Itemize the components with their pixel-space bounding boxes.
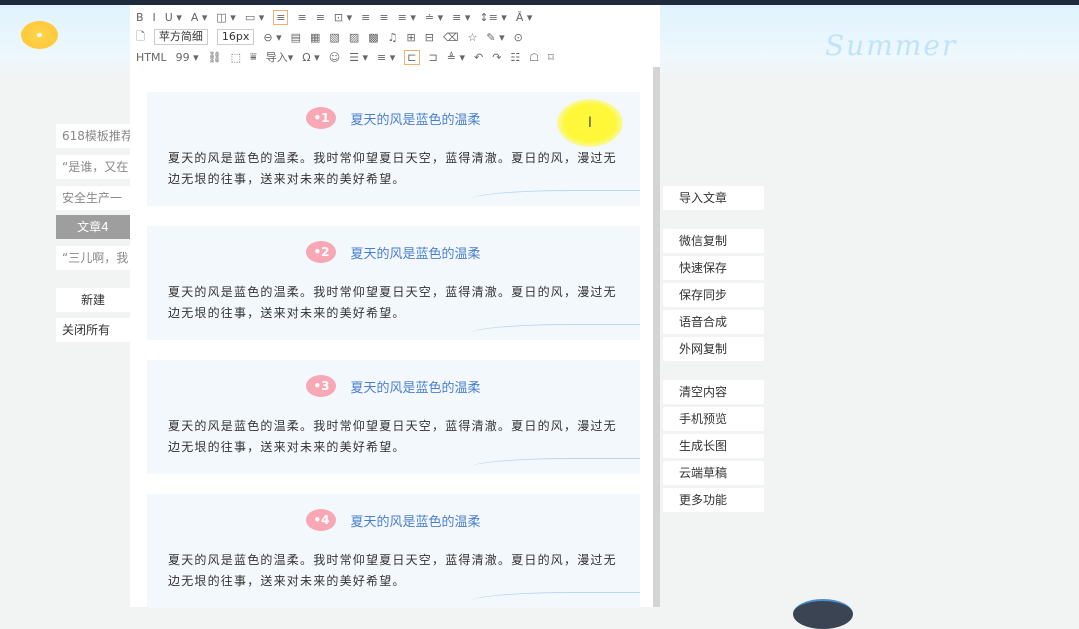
toolbar-row2-button-11[interactable]: ✎ ▾ bbox=[486, 31, 504, 44]
article-card: •4 夏天的风是蓝色的温柔夏天的风是蓝色的温柔。我时常仰望夏日天空，蓝得清澈。夏日… bbox=[147, 494, 640, 608]
toolbar-row2-button-6[interactable]: ♫ bbox=[388, 31, 398, 44]
wave-decoration bbox=[470, 324, 640, 340]
toolbar-row1-button-11[interactable]: ≡ bbox=[379, 11, 388, 24]
orange-logo-icon bbox=[21, 21, 58, 49]
toolbar-row3-button-0[interactable]: HTML bbox=[136, 51, 167, 64]
save-sync-button[interactable]: 保存同步 bbox=[663, 283, 764, 307]
article-card: •2 夏天的风是蓝色的温柔夏天的风是蓝色的温柔。我时常仰望夏日天空，蓝得清澈。夏日… bbox=[147, 226, 640, 340]
toolbar-row3-button-9[interactable]: ≡ ▾ bbox=[377, 51, 395, 64]
article-tab-5[interactable]: “三儿啊，我 bbox=[56, 246, 130, 270]
toolbar-row2-button-5[interactable]: ▩ bbox=[368, 31, 378, 44]
toolbar-row1-button-12[interactable]: ≡ ▾ bbox=[398, 11, 416, 24]
wave-decoration bbox=[470, 592, 640, 608]
mobile-preview-button[interactable]: 手机预览 bbox=[663, 407, 764, 431]
number-badge: •4 bbox=[306, 509, 337, 531]
number-badge: •2 bbox=[306, 241, 337, 263]
new-button[interactable]: 新建 bbox=[56, 288, 130, 312]
toolbar-row2-button-12[interactable]: ⊙ bbox=[514, 31, 523, 44]
article-tab-1[interactable]: 618模板推荐 bbox=[56, 124, 130, 148]
toolbar-row1-button-4[interactable]: ◫ ▾ bbox=[216, 11, 235, 24]
toolbar-row2-button-3[interactable]: ▧ bbox=[329, 31, 339, 44]
article-tab-4-active[interactable]: 文章4 bbox=[56, 215, 130, 239]
number-badge: •3 bbox=[306, 375, 337, 397]
summer-text: Summer bbox=[825, 29, 958, 62]
cloud-draft-button[interactable]: 云端草稿 bbox=[663, 461, 764, 485]
toolbar-row2-button-1[interactable]: ▤ bbox=[291, 31, 301, 44]
toolbar-row1-button-1[interactable]: I bbox=[153, 11, 156, 24]
toolbar-row3-button-7[interactable]: ☺ bbox=[329, 51, 340, 64]
toolbar-row1-button-16[interactable]: Ā ▾ bbox=[516, 11, 533, 24]
wave-decoration bbox=[470, 190, 640, 206]
editor-toolbar: BI U ▾ A ▾ ◫ ▾ ▭ ▾ ≡ ≡ ≡ ⊡ ▾ ≡ ≡ ≡ ▾ ≐ ▾ ≡ ▾ ↕≡ ▾ Ā ▾ 🗋… bbox=[130, 5, 660, 67]
font-size-select[interactable]: 16px bbox=[216, 29, 255, 45]
article-body: 夏天的风是蓝色的温柔。我时常仰望夏日天空，蓝得清澈。夏日的风，漫过无边无垠的往事… bbox=[168, 419, 617, 454]
speech-synthesis-button[interactable]: 语音合成 bbox=[663, 310, 764, 334]
article-heading: •2 夏天的风是蓝色的温柔 bbox=[147, 241, 640, 263]
article-tab-2[interactable]: “是谁，又在 bbox=[56, 155, 130, 179]
article-card: •3 夏天的风是蓝色的温柔夏天的风是蓝色的温柔。我时常仰望夏日天空，蓝得清澈。夏日… bbox=[147, 360, 640, 474]
article-heading: •4 夏天的风是蓝色的温柔 bbox=[147, 509, 640, 531]
toolbar-row1-button-15[interactable]: ↕≡ ▾ bbox=[479, 11, 506, 24]
editor: BIU ▾ A ▾ ◫ ▾ ▭ ▾ ≡ ≡ ≡ ⊡ ▾ ≡ ≡ ≡ ▾ ≐ ▾ ≡ ▾ ↕≡ ▾ Ā ▾ 🗋… bbox=[130, 5, 660, 608]
toolbar-row2-button-8[interactable]: ⊟ bbox=[425, 31, 434, 44]
toolbar-row3-button-17[interactable]: ⌑ bbox=[548, 51, 554, 64]
toolbar-row1-button-8[interactable]: ≡ bbox=[316, 11, 325, 24]
wechat-copy-button[interactable]: 微信复制 bbox=[663, 229, 764, 253]
toolbar-row3-button-14[interactable]: ↷ bbox=[492, 51, 501, 64]
toolbar-row3-button-6[interactable]: Ω ▾ bbox=[302, 51, 319, 64]
toolbar-row1-button-9[interactable]: ⊡ ▾ bbox=[334, 11, 352, 24]
toolbar-row3-button-11[interactable]: ⊐ bbox=[429, 51, 438, 64]
toolbar-row1-button-13[interactable]: ≐ ▾ bbox=[425, 11, 443, 24]
import-article-button[interactable]: 导入文章 bbox=[663, 186, 764, 210]
toolbar-row3-button-16[interactable]: ☖ bbox=[529, 51, 539, 64]
toolbar-row3-button-4[interactable]: ⩸ bbox=[250, 50, 257, 64]
toolbar-row1-button-7[interactable]: ≡ bbox=[297, 11, 306, 24]
toolbar-row3-button-5[interactable]: 导入▾ bbox=[266, 49, 294, 65]
toolbar-row1-button-10[interactable]: ≡ bbox=[361, 11, 370, 24]
generate-long-image-button[interactable]: 生成长图 bbox=[663, 434, 764, 458]
toolbar-row3-button-1[interactable]: 99 ▾ bbox=[176, 51, 199, 64]
toolbar-row3-button-12[interactable]: ≜ ▾ bbox=[447, 51, 465, 64]
toolbar-row2-button-7[interactable]: ⊞ bbox=[407, 31, 416, 44]
article-title: 夏天的风是蓝色的温柔 bbox=[350, 112, 481, 128]
toolbar-row2-button-0[interactable]: ⊖ ▾ bbox=[263, 31, 281, 44]
toolbar-row2-button-9[interactable]: ⌫ bbox=[443, 31, 459, 44]
article-title: 夏天的风是蓝色的温柔 bbox=[350, 380, 481, 396]
close-all-button[interactable]: 关闭所有 bbox=[56, 318, 130, 342]
toolbar-row2-button-4[interactable]: ▨ bbox=[349, 31, 359, 44]
font-family-select[interactable]: 苹方简细 bbox=[153, 29, 208, 45]
toolbar-row3-button-15[interactable]: ☷ bbox=[510, 51, 520, 64]
toolbar-row3-button-8[interactable]: ☰ ▾ bbox=[349, 51, 368, 64]
toolbar-row2-button-2[interactable]: ▦ bbox=[310, 31, 320, 44]
toolbar-row1-button-2[interactable]: U ▾ bbox=[165, 11, 182, 24]
toolbar-row3-button-3[interactable]: ⬚ bbox=[231, 51, 241, 64]
article-title: 夏天的风是蓝色的温柔 bbox=[350, 514, 481, 530]
article-tab-3[interactable]: 安全生产一 bbox=[56, 186, 130, 210]
floating-widget[interactable] bbox=[793, 599, 853, 629]
quick-save-button[interactable]: 快速保存 bbox=[663, 256, 764, 280]
article-body: 夏天的风是蓝色的温柔。我时常仰望夏日天空，蓝得清澈。夏日的风，漫过无边无垠的往事… bbox=[168, 151, 617, 186]
toolbar-row1-button-0[interactable]: B bbox=[136, 11, 144, 24]
toolbar-row1-button-5[interactable]: ▭ ▾ bbox=[245, 11, 264, 24]
new-doc-icon[interactable]: 🗋 bbox=[136, 28, 145, 47]
more-functions-button[interactable]: 更多功能 bbox=[663, 488, 764, 512]
external-copy-button[interactable]: 外网复制 bbox=[663, 337, 764, 361]
toolbar-row1-button-3[interactable]: A ▾ bbox=[191, 11, 208, 24]
toolbar-row3-button-2[interactable]: ⛓ bbox=[208, 51, 222, 64]
article-title: 夏天的风是蓝色的温柔 bbox=[350, 246, 481, 262]
article-body: 夏天的风是蓝色的温柔。我时常仰望夏日天空，蓝得清澈。夏日的风，漫过无边无垠的往事… bbox=[168, 553, 617, 588]
mouse-cursor-highlight: I bbox=[557, 99, 623, 147]
toolbar-row3-button-10[interactable]: ⊏ bbox=[404, 49, 420, 65]
toolbar-row1-button-6[interactable]: ≡ bbox=[273, 9, 289, 25]
article-body: 夏天的风是蓝色的温柔。我时常仰望夏日天空，蓝得清澈。夏日的风，漫过无边无垠的往事… bbox=[168, 285, 617, 320]
toolbar-row3-button-13[interactable]: ↶ bbox=[474, 51, 483, 64]
number-badge: •1 bbox=[306, 107, 337, 129]
toolbar-row2-button-10[interactable]: ☆ bbox=[468, 31, 478, 44]
wave-decoration bbox=[470, 458, 640, 474]
clear-content-button[interactable]: 清空内容 bbox=[663, 380, 764, 404]
scrollbar[interactable] bbox=[653, 67, 660, 607]
toolbar-row1-button-14[interactable]: ≡ ▾ bbox=[452, 11, 470, 24]
article-heading: •3 夏天的风是蓝色的温柔 bbox=[147, 375, 640, 397]
